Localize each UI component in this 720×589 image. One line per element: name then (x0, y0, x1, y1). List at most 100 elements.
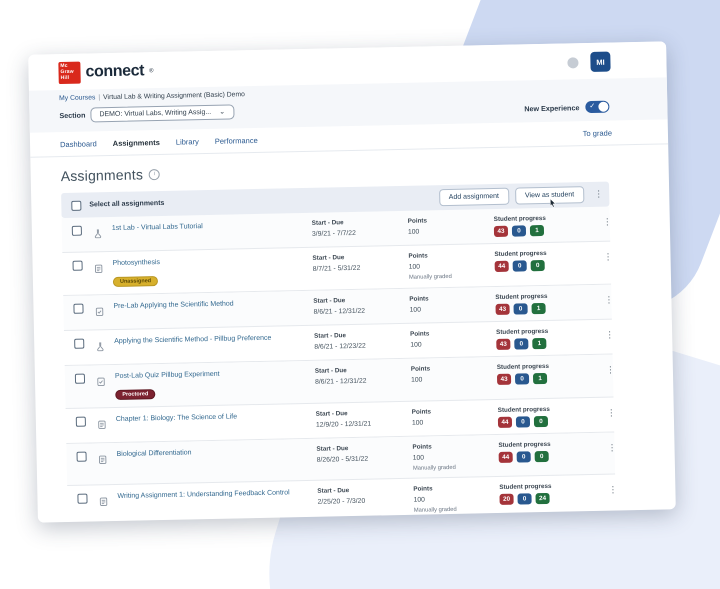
progress-badges: 44 0 0 (494, 259, 601, 273)
points-cell: Points 100 Manually graded (413, 484, 500, 514)
assignment-title-link[interactable]: Photosynthesis (112, 255, 300, 270)
points-cell: Points 100 Manually graded (412, 442, 499, 471)
row-menu-button[interactable]: ⋮ (607, 407, 616, 417)
start-due-value: 8/6/21 - 12/31/22 (313, 307, 366, 316)
progress-badge-red: 44 (498, 451, 513, 463)
tab-dashboard[interactable]: Dashboard (60, 139, 97, 149)
assignment-title-link[interactable]: 1st Lab - Virtual Labs Tutorial (112, 220, 300, 235)
assignment-type-icon (96, 338, 114, 356)
student-progress-header: Student progress (499, 482, 552, 491)
row-checkbox[interactable] (74, 338, 85, 349)
to-grade-link[interactable]: To grade (583, 129, 612, 139)
assignment-title-cell: 1st Lab - Virtual Labs Tutorial (112, 220, 312, 235)
points-header: Points (410, 330, 430, 338)
row-menu-button[interactable]: ⋮ (604, 294, 613, 304)
assignment-title-link[interactable]: Writing Assignment 1: Understanding Feed… (117, 488, 305, 503)
toolbar-menu-button[interactable]: ⋮ (594, 189, 603, 199)
points-header: Points (411, 408, 432, 416)
start-due-header: Start - Due (316, 444, 349, 453)
section-dropdown[interactable]: DEMO: Virtual Labs, Writing Assig... ⌄ (90, 104, 235, 123)
info-icon[interactable]: i (148, 168, 161, 180)
screenshot-stage: Mc Graw Hill connect ® MI My Courses | Vir… (0, 0, 720, 589)
breadcrumb-my-courses-link[interactable]: My Courses (59, 94, 95, 102)
row-menu-button[interactable]: ⋮ (607, 442, 616, 452)
start-due-cell: Start - Due 8/26/20 - 5/31/22 (316, 443, 412, 464)
student-progress-cell: Student progress 20 0 24 (499, 481, 605, 505)
progress-badge-green: 0 (534, 450, 549, 462)
assignment-title-cell: Writing Assignment 1: Understanding Feed… (117, 487, 317, 502)
row-checkbox[interactable] (74, 373, 86, 384)
view-as-student-button[interactable]: View as student (514, 186, 585, 208)
points-value: 100 (408, 263, 421, 271)
student-progress-cell: Student progress 44 0 0 (494, 249, 601, 273)
assignment-status-tag: Unassigned (112, 275, 159, 287)
points-cell: Points 100 (409, 294, 495, 313)
start-due-header: Start - Due (314, 331, 347, 340)
assignment-title-cell: Biological Differentiation (116, 445, 316, 460)
row-checkbox[interactable] (75, 416, 86, 427)
progress-badge-blue: 0 (514, 338, 529, 350)
assignment-title-link[interactable]: Applying the Scientific Method - Pillbug… (114, 333, 302, 348)
select-all-checkbox[interactable] (71, 200, 82, 211)
points-header: Points (412, 443, 432, 451)
chevron-down-icon: ⌄ (219, 108, 226, 116)
points-note: Manually graded (413, 506, 457, 514)
tab-performance[interactable]: Performance (215, 136, 258, 146)
progress-badge-red: 20 (499, 493, 514, 505)
tab-library[interactable]: Library (176, 137, 199, 146)
row-menu-button[interactable]: ⋮ (603, 217, 612, 227)
assignment-type-icon (95, 303, 113, 321)
student-progress-cell: Student progress 43 0 1 (495, 292, 601, 315)
points-value: 100 (410, 376, 423, 384)
add-assignment-button[interactable]: Add assignment (438, 187, 510, 207)
row-menu-button[interactable]: ⋮ (606, 364, 615, 374)
row-checkbox[interactable] (77, 493, 88, 504)
progress-badge-blue: 0 (517, 492, 532, 505)
assignment-title-link[interactable]: Pre-Lab Applying the Scientific Method (113, 298, 301, 313)
row-menu-button[interactable]: ⋮ (603, 252, 612, 262)
row-checkbox[interactable] (76, 451, 87, 462)
progress-badges: 43 0 1 (496, 337, 602, 350)
select-all-label: Select all assignments (89, 199, 165, 209)
mcgraw-hill-connect-logo: Mc Graw Hill connect ® (58, 60, 154, 85)
row-checkbox[interactable] (71, 225, 82, 236)
assignment-title-link[interactable]: Biological Differentiation (116, 446, 304, 461)
assignment-type-icon (94, 260, 112, 278)
connect-app-window: Mc Graw Hill connect ® MI My Courses | Vir… (28, 41, 676, 523)
start-due-header: Start - Due (315, 409, 348, 418)
start-due-value: 8/26/20 - 5/31/22 (316, 455, 369, 464)
start-due-cell: Start - Due 3/9/21 - 7/7/22 (312, 218, 408, 238)
student-progress-cell: Student progress 44 0 0 (498, 439, 604, 463)
progress-badge-green: 1 (532, 372, 548, 385)
start-due-header: Start - Due (317, 486, 350, 495)
section-dropdown-value: DEMO: Virtual Labs, Writing Assig... (99, 108, 212, 119)
toolbar-spacer (164, 198, 432, 204)
toggle-knob (598, 101, 609, 112)
row-checkbox[interactable] (72, 260, 83, 271)
new-experience-toggle[interactable]: ✓ (585, 100, 610, 114)
mcgraw-hill-logo-icon: Mc Graw Hill (58, 61, 81, 85)
row-checkbox[interactable] (73, 303, 84, 314)
row-menu-button[interactable]: ⋮ (605, 329, 614, 339)
progress-badge-red: 44 (494, 260, 509, 273)
points-value: 100 (410, 341, 422, 349)
tab-assignments[interactable]: Assignments (113, 138, 160, 148)
progress-badge-blue: 0 (516, 450, 531, 463)
progress-badges: 43 0 1 (496, 372, 603, 385)
assignment-title-link[interactable]: Post-Lab Quiz Pillbug Experiment (115, 368, 303, 383)
assignment-type-icon (99, 493, 117, 511)
progress-badges: 43 0 1 (495, 302, 601, 315)
help-icon[interactable] (567, 56, 579, 68)
assignment-title-cell: Applying the Scientific Method - Pillbug… (114, 333, 314, 348)
points-header: Points (409, 295, 429, 303)
progress-badge-blue: 0 (512, 260, 527, 272)
assignment-title-link[interactable]: Chapter 1: Biology: The Science of Life (116, 411, 304, 426)
user-avatar[interactable]: MI (590, 51, 611, 72)
points-value: 100 (411, 419, 424, 427)
start-due-header: Start - Due (313, 296, 346, 305)
points-header: Points (407, 217, 428, 225)
progress-badge-blue: 0 (515, 415, 531, 428)
row-menu-button[interactable]: ⋮ (608, 484, 617, 494)
start-due-cell: Start - Due 12/9/20 - 12/31/21 (315, 408, 412, 429)
start-due-value: 2/25/20 - 7/3/20 (317, 497, 366, 506)
